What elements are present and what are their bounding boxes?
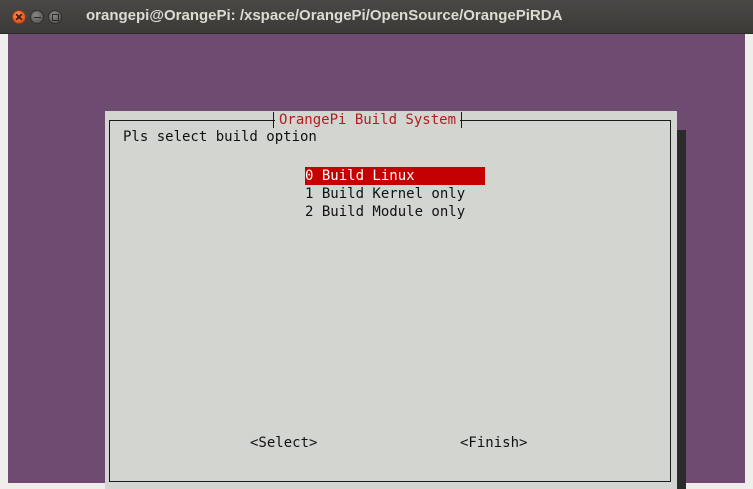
build-option-dialog: OrangePi Build System Pls select build o… [105, 111, 677, 489]
dialog-title: OrangePi Build System [272, 111, 463, 129]
window-title: orangepi@OrangePi: /xspace/OrangePi/Open… [86, 7, 563, 24]
menu-item-build-module-only[interactable]: 2 Build Module only [305, 203, 485, 221]
menu-item-build-kernel-only[interactable]: 1 Build Kernel only [305, 185, 485, 203]
finish-button[interactable]: <Finish> [460, 434, 527, 452]
select-button[interactable]: <Select> [250, 434, 317, 452]
build-option-menu: 0 Build Linux 1 Build Kernel only 2 Buil… [305, 167, 485, 221]
maximize-icon[interactable] [48, 10, 62, 24]
close-icon[interactable] [12, 10, 26, 24]
terminal-window: orangepi@OrangePi: /xspace/OrangePi/Open… [0, 0, 753, 489]
window-titlebar[interactable]: orangepi@OrangePi: /xspace/OrangePi/Open… [0, 0, 753, 34]
menu-item-build-linux[interactable]: 0 Build Linux [305, 167, 485, 185]
terminal-area[interactable]: OrangePi Build System Pls select build o… [8, 34, 745, 489]
minimize-icon[interactable] [30, 10, 44, 24]
dialog-prompt: Pls select build option [123, 129, 317, 145]
